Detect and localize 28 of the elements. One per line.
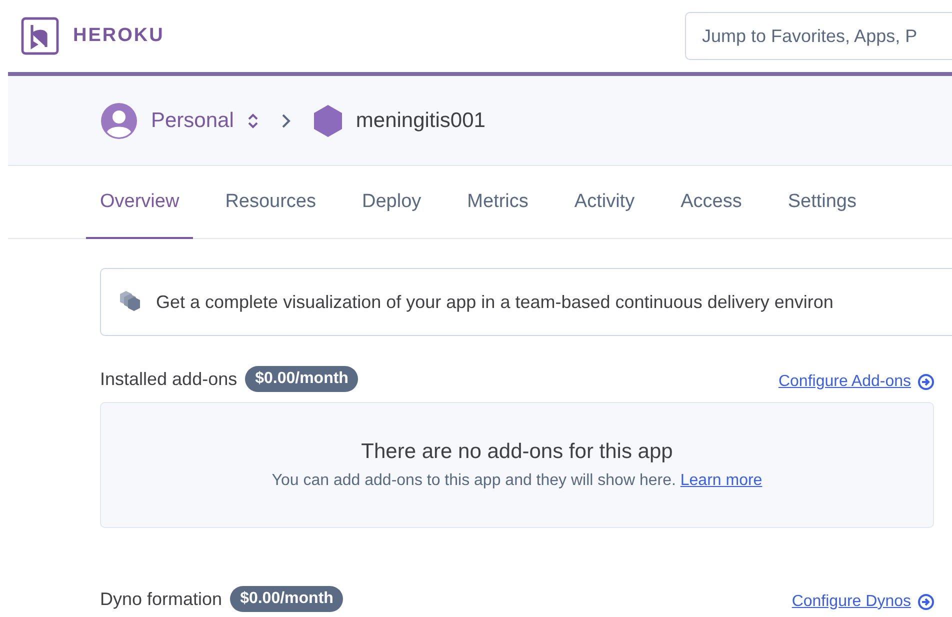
nav-tab[interactable]: Overview bbox=[86, 166, 194, 239]
nav-tab[interactable]: Settings bbox=[774, 166, 870, 239]
user-avatar-icon bbox=[101, 102, 137, 138]
nav-tab[interactable]: Resources bbox=[211, 166, 330, 239]
hexagon-app-icon bbox=[312, 104, 344, 138]
learn-more-link[interactable]: Learn more bbox=[680, 472, 762, 489]
account-switcher[interactable]: Personal bbox=[151, 108, 234, 132]
nav-tab[interactable]: Activity bbox=[560, 166, 649, 239]
price-badge: $0.00/month bbox=[230, 586, 344, 612]
promo-text: Get a complete visualization of your app in a team-based continuous delivery environ bbox=[156, 292, 834, 312]
arrow-circle-icon[interactable] bbox=[918, 374, 934, 390]
nav-tab[interactable]: Access bbox=[666, 166, 756, 239]
nav-tab[interactable]: Metrics bbox=[453, 166, 542, 239]
empty-state-text: You can add add-ons to this app and they will show here. Learn more bbox=[272, 472, 762, 490]
brand-name[interactable]: HEROKU bbox=[73, 25, 164, 47]
price-badge: $0.00/month bbox=[245, 366, 358, 392]
section-title: Dyno formation bbox=[100, 588, 222, 610]
app-name[interactable]: meningitis001 bbox=[356, 108, 486, 132]
chevron-right-icon bbox=[280, 112, 292, 130]
heroku-logo-icon[interactable] bbox=[21, 17, 59, 55]
nav-tab[interactable]: Deploy bbox=[348, 166, 436, 239]
section-title: Installed add-ons bbox=[100, 368, 238, 390]
configure-link[interactable]: Configure Dynos bbox=[792, 587, 911, 611]
search-field[interactable]: Jump to Favorites, Apps, P bbox=[685, 12, 952, 60]
configure-link[interactable]: Configure Add-ons bbox=[778, 367, 911, 391]
up-down-caret-icon[interactable] bbox=[246, 112, 260, 130]
arrow-circle-icon[interactable] bbox=[918, 594, 934, 610]
empty-state-title: There are no add-ons for this app bbox=[361, 440, 673, 464]
